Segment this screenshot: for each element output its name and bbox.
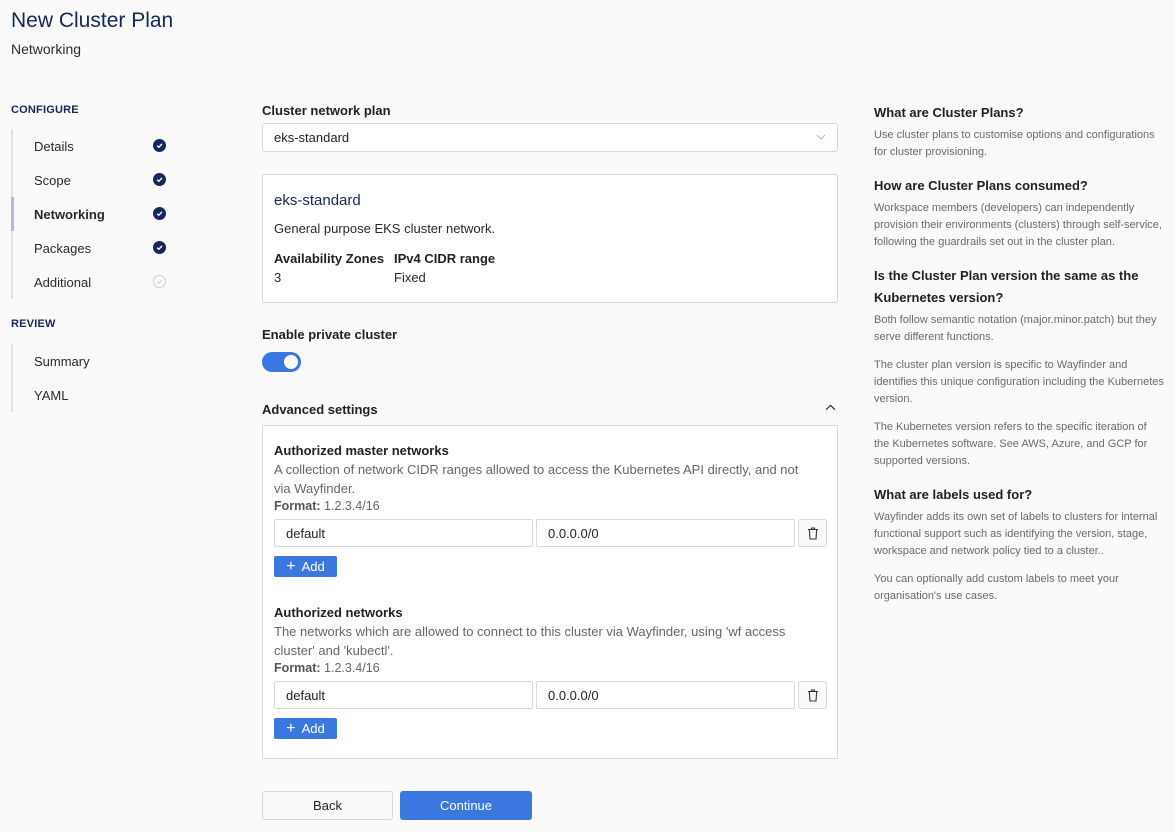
advanced-settings-panel: Authorized master networks A collection …	[262, 425, 838, 759]
network-plan-label: Cluster network plan	[262, 103, 391, 118]
chevron-down-icon	[816, 134, 826, 140]
sidebar-step-summary[interactable]: Summary	[13, 344, 181, 378]
network-cidr-input[interactable]: 0.0.0.0/0	[536, 519, 795, 547]
step-label: YAML	[34, 387, 69, 403]
help-question: What are Cluster Plans?	[874, 105, 1024, 120]
help-item: What are Cluster Plans? Use cluster plan…	[874, 102, 1164, 161]
page-title: New Cluster Plan	[11, 9, 174, 32]
help-question: Is the Cluster Plan version the same as …	[874, 268, 1139, 305]
plus-icon: +	[286, 557, 296, 575]
back-button[interactable]: Back	[262, 791, 393, 820]
format-label: Format:	[274, 661, 321, 675]
sidebar-step-yaml[interactable]: YAML	[13, 378, 181, 412]
add-label: Add	[301, 721, 325, 736]
network-plan-value: eks-standard	[274, 130, 350, 145]
attribute-value: Fixed	[394, 270, 426, 285]
step-label: Networking	[34, 206, 105, 222]
advanced-settings-toggle[interactable]: Advanced settings	[262, 401, 838, 417]
attribute-key: Availability Zones	[274, 251, 385, 266]
trash-icon	[807, 688, 818, 702]
add-network-button[interactable]: + Add	[274, 718, 337, 739]
plus-icon: +	[286, 719, 296, 737]
sidebar-step-packages[interactable]: Packages	[13, 231, 181, 265]
step-label: Scope	[34, 172, 71, 188]
advanced-settings-label: Advanced settings	[262, 402, 378, 417]
check-circle-outline-icon	[153, 275, 166, 288]
network-row: default 0.0.0.0/0	[274, 519, 827, 547]
sidebar-step-additional[interactable]: Additional	[13, 265, 181, 299]
format-hint: Format: 1.2.3.4/16	[274, 499, 827, 513]
format-label: Format:	[274, 499, 321, 513]
network-cidr-input[interactable]: 0.0.0.0/0	[536, 681, 795, 709]
network-plan-select[interactable]: eks-standard	[262, 123, 838, 152]
network-row: default 0.0.0.0/0	[274, 681, 827, 709]
help-question: What are labels used for?	[874, 487, 1033, 502]
check-circle-icon	[153, 139, 166, 152]
attribute-value: 3	[274, 270, 282, 285]
sidebar-step-scope[interactable]: Scope	[13, 163, 181, 197]
section-title-review: REVIEW	[11, 318, 56, 330]
block-description: A collection of network CIDR ranges allo…	[274, 462, 799, 496]
help-item: What are labels used for? Wayfinder adds…	[874, 484, 1164, 605]
private-cluster-toggle[interactable]	[262, 352, 301, 372]
help-answer: Both follow semantic notation (major.min…	[874, 314, 1157, 343]
toggle-knob	[284, 355, 298, 369]
step-label: Additional	[34, 274, 92, 290]
attribute-key: IPv4 CIDR range	[394, 251, 496, 266]
step-label: Summary	[34, 353, 90, 369]
page-subtitle: Networking	[11, 41, 82, 57]
check-circle-icon	[153, 241, 166, 254]
configure-steps: Details Scope Networking Packages Additi…	[11, 129, 181, 299]
plan-description: General purpose EKS cluster network.	[274, 221, 496, 236]
review-steps: Summary YAML	[11, 344, 181, 412]
help-answer: Wayfinder adds its own set of labels to …	[874, 511, 1158, 557]
help-question: How are Cluster Plans consumed?	[874, 178, 1088, 193]
add-master-network-button[interactable]: + Add	[274, 556, 337, 577]
help-item: Is the Cluster Plan version the same as …	[874, 265, 1164, 470]
plan-details-card: eks-standard General purpose EKS cluster…	[262, 174, 838, 303]
continue-button[interactable]: Continue	[400, 791, 532, 820]
plan-name: eks-standard	[274, 192, 361, 209]
block-title: Authorized networks	[274, 605, 403, 620]
add-label: Add	[301, 559, 325, 574]
help-answer: You can optionally add custom labels to …	[874, 573, 1119, 602]
network-name-input[interactable]: default	[274, 681, 533, 709]
block-title: Authorized master networks	[274, 443, 449, 458]
authorized-master-networks: Authorized master networks A collection …	[274, 443, 827, 577]
step-label: Packages	[34, 240, 92, 256]
help-panel: What are Cluster Plans? Use cluster plan…	[874, 102, 1164, 619]
sidebar-step-networking[interactable]: Networking	[11, 197, 181, 231]
private-cluster-label: Enable private cluster	[262, 327, 398, 342]
help-answer: The cluster plan version is specific to …	[874, 359, 1164, 405]
help-answer: Workspace members (developers) can indep…	[874, 202, 1162, 248]
help-answer: Use cluster plans to customise options a…	[874, 129, 1155, 158]
trash-icon	[807, 526, 818, 540]
help-item: How are Cluster Plans consumed? Workspac…	[874, 175, 1164, 251]
delete-row-button[interactable]	[798, 681, 827, 709]
help-answer: The Kubernetes version refers to the spe…	[874, 421, 1148, 467]
plan-attribute-zones: Availability Zones 3	[274, 251, 384, 285]
authorized-networks: Authorized networks The networks which a…	[274, 605, 827, 739]
block-description: The networks which are allowed to connec…	[274, 624, 786, 658]
format-hint: Format: 1.2.3.4/16	[274, 661, 827, 675]
network-name-input[interactable]: default	[274, 519, 533, 547]
format-value: 1.2.3.4/16	[324, 661, 380, 675]
chevron-up-icon	[825, 404, 836, 411]
section-title-configure: CONFIGURE	[11, 104, 79, 116]
check-circle-icon	[153, 173, 166, 186]
sidebar-step-details[interactable]: Details	[13, 129, 181, 163]
format-value: 1.2.3.4/16	[324, 499, 380, 513]
plan-attribute-cidr: IPv4 CIDR range Fixed	[394, 251, 495, 285]
check-circle-icon	[153, 207, 166, 220]
delete-row-button[interactable]	[798, 519, 827, 547]
step-label: Details	[34, 138, 74, 154]
